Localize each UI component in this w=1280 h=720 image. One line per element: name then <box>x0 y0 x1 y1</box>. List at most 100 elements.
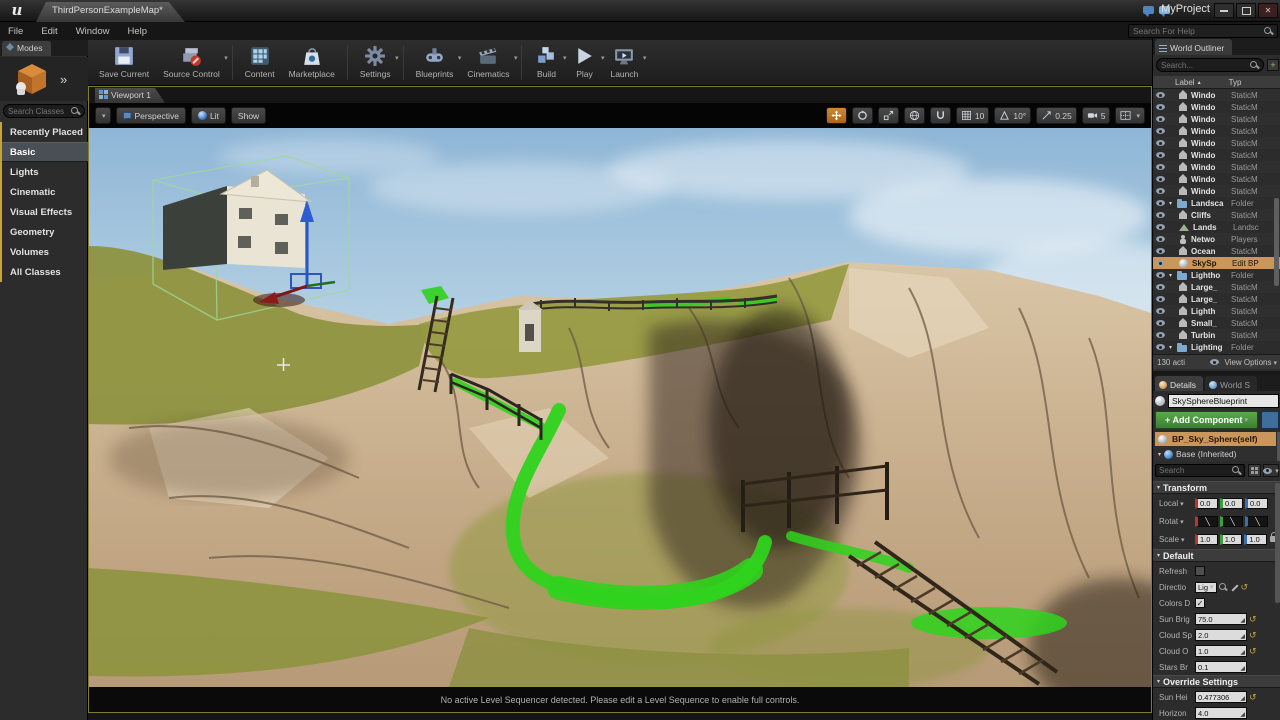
add-component-button[interactable]: + Add Component <box>1155 411 1258 429</box>
menu-edit[interactable]: Edit <box>41 26 57 37</box>
reset-icon[interactable] <box>1249 693 1257 702</box>
launch-button[interactable]: Launch <box>603 42 645 83</box>
section-header-transform[interactable]: Transform <box>1153 481 1280 494</box>
maximize-viewport-button[interactable] <box>1115 107 1145 124</box>
build-button[interactable]: Build <box>527 42 565 83</box>
modes-search-input[interactable] <box>8 107 71 116</box>
reset-icon[interactable] <box>1249 631 1257 640</box>
visibility-eye-icon[interactable] <box>1156 140 1165 146</box>
help-search-input[interactable] <box>1133 26 1264 36</box>
visibility-eye-icon[interactable] <box>1156 248 1165 254</box>
perspective-button[interactable]: Perspective <box>116 107 186 124</box>
outliner-row[interactable]: CliffsStaticM <box>1153 209 1280 221</box>
modes-tab[interactable]: Modes <box>2 41 51 56</box>
dropdown-field[interactable]: Lig <box>1195 582 1217 593</box>
camera-speed-button[interactable]: 5 <box>1082 107 1111 124</box>
number-field[interactable]: 0.1 <box>1195 661 1247 673</box>
column-label[interactable]: Label <box>1175 78 1195 87</box>
modes-expand-chevrons-icon[interactable] <box>60 72 67 87</box>
visibility-eye-icon[interactable] <box>1156 272 1165 278</box>
view-options-button[interactable]: View Options <box>1224 358 1277 367</box>
mode-category-cinematic[interactable]: Cinematic <box>2 182 88 202</box>
outliner-row[interactable]: LightingFolder <box>1153 341 1280 353</box>
move-tool-button[interactable] <box>826 107 847 124</box>
visibility-eye-icon[interactable] <box>1156 308 1165 314</box>
checkbox[interactable] <box>1195 566 1205 576</box>
section-header-override-settings[interactable]: Override Settings <box>1153 675 1280 688</box>
outliner-row[interactable]: Large_StaticM <box>1153 281 1280 293</box>
outliner-row[interactable]: WindoStaticM <box>1153 185 1280 197</box>
visibility-eye-icon[interactable] <box>1156 128 1165 134</box>
transform-field-by[interactable]: 1.0 <box>1220 534 1243 545</box>
world-outliner-tab[interactable]: World Outliner <box>1155 39 1232 55</box>
mode-category-recently-placed[interactable]: Recently Placed <box>2 122 88 142</box>
expand-arrow-icon[interactable] <box>1169 200 1175 207</box>
outliner-search-input[interactable] <box>1161 61 1250 70</box>
component-row-base[interactable]: Base (Inherited) <box>1155 447 1276 461</box>
visibility-eye-icon[interactable] <box>1156 332 1165 338</box>
number-field[interactable]: 1.0 <box>1195 645 1247 657</box>
picker-icon[interactable] <box>1230 583 1239 592</box>
section-header-default[interactable]: Default <box>1153 549 1280 562</box>
menu-window[interactable]: Window <box>76 26 110 37</box>
number-field[interactable]: 75.0 <box>1195 613 1247 625</box>
reset-icon[interactable] <box>1249 647 1257 656</box>
visibility-eye-icon[interactable] <box>1156 344 1165 350</box>
outliner-row[interactable]: WindoStaticM <box>1153 173 1280 185</box>
visibility-eye-icon[interactable] <box>1156 320 1165 326</box>
surface-snap-button[interactable] <box>930 107 951 124</box>
scale-snap-button[interactable]: 0.25 <box>1036 107 1077 124</box>
outliner-row[interactable]: NetwoPlayers <box>1153 233 1280 245</box>
mode-category-visual-effects[interactable]: Visual Effects <box>2 202 88 222</box>
grid-snap-button[interactable]: 10 <box>956 107 989 124</box>
menu-file[interactable]: File <box>8 26 23 37</box>
outliner-row[interactable]: WindoStaticM <box>1153 89 1280 101</box>
visibility-eye-icon[interactable] <box>1156 92 1165 98</box>
outliner-row[interactable]: WindoStaticM <box>1153 161 1280 173</box>
transform-field-bx[interactable]: 0.0 <box>1195 498 1218 509</box>
close-button[interactable]: ✕ <box>1258 3 1278 18</box>
column-type[interactable]: Typ <box>1229 78 1242 87</box>
mode-category-volumes[interactable]: Volumes <box>2 242 88 262</box>
outliner-row[interactable]: WindoStaticM <box>1153 137 1280 149</box>
transform-field-bz[interactable]: 1.0 <box>1244 534 1267 545</box>
details-display-button[interactable] <box>1248 464 1261 477</box>
viewport-tab[interactable]: Viewport 1 <box>95 88 165 103</box>
lit-button[interactable]: Lit <box>191 107 226 124</box>
settings-button[interactable]: Settings <box>353 42 398 83</box>
viewport-options-dropdown[interactable] <box>95 107 111 124</box>
visibility-eye-icon[interactable] <box>1156 212 1165 218</box>
transform-field-by[interactable]: 0.0 <box>1220 498 1243 509</box>
tab-world-settings[interactable]: World S <box>1205 376 1257 391</box>
visibility-eye-icon[interactable] <box>1156 152 1165 158</box>
component-row-self[interactable]: BP_Sky_Sphere(self) <box>1155 432 1276 446</box>
outliner-filter-button[interactable]: + <box>1267 59 1279 71</box>
reset-icon[interactable] <box>1249 615 1257 624</box>
outliner-row[interactable]: WindoStaticM <box>1153 101 1280 113</box>
minimize-button[interactable] <box>1214 3 1234 18</box>
mode-category-all-classes[interactable]: All Classes <box>2 262 88 282</box>
scale-tool-button[interactable] <box>878 107 899 124</box>
expand-arrow-icon[interactable] <box>1169 272 1175 279</box>
outliner-row[interactable]: Small_StaticM <box>1153 317 1280 329</box>
tab-details[interactable]: Details <box>1155 376 1203 391</box>
marketplace-button[interactable]: Marketplace <box>282 42 342 83</box>
visibility-eye-icon[interactable] <box>1156 200 1165 206</box>
level-viewport-scene[interactable] <box>89 128 1151 687</box>
expand-arrow-icon[interactable] <box>1158 451 1161 458</box>
details-search-input[interactable] <box>1159 466 1232 475</box>
number-field[interactable]: 2.0 <box>1195 629 1247 641</box>
number-field[interactable]: 0.477306 <box>1195 691 1247 703</box>
help-search-box[interactable] <box>1128 24 1278 38</box>
browse-icon[interactable] <box>1219 583 1228 592</box>
outliner-row[interactable]: LandsLandsc <box>1153 221 1280 233</box>
dropdown-caret-icon[interactable] <box>514 54 518 62</box>
visibility-eye-icon[interactable] <box>1156 164 1165 170</box>
outliner-row[interactable]: LighthStaticM <box>1153 305 1280 317</box>
transform-field-bx[interactable]: 1.0 <box>1195 534 1218 545</box>
transform-row-label[interactable]: Local <box>1159 499 1193 508</box>
outliner-scrollbar[interactable] <box>1274 198 1279 286</box>
transform-row-label[interactable]: Scale <box>1159 535 1193 544</box>
outliner-search-box[interactable] <box>1156 58 1264 72</box>
visibility-eye-icon[interactable] <box>1156 236 1165 242</box>
